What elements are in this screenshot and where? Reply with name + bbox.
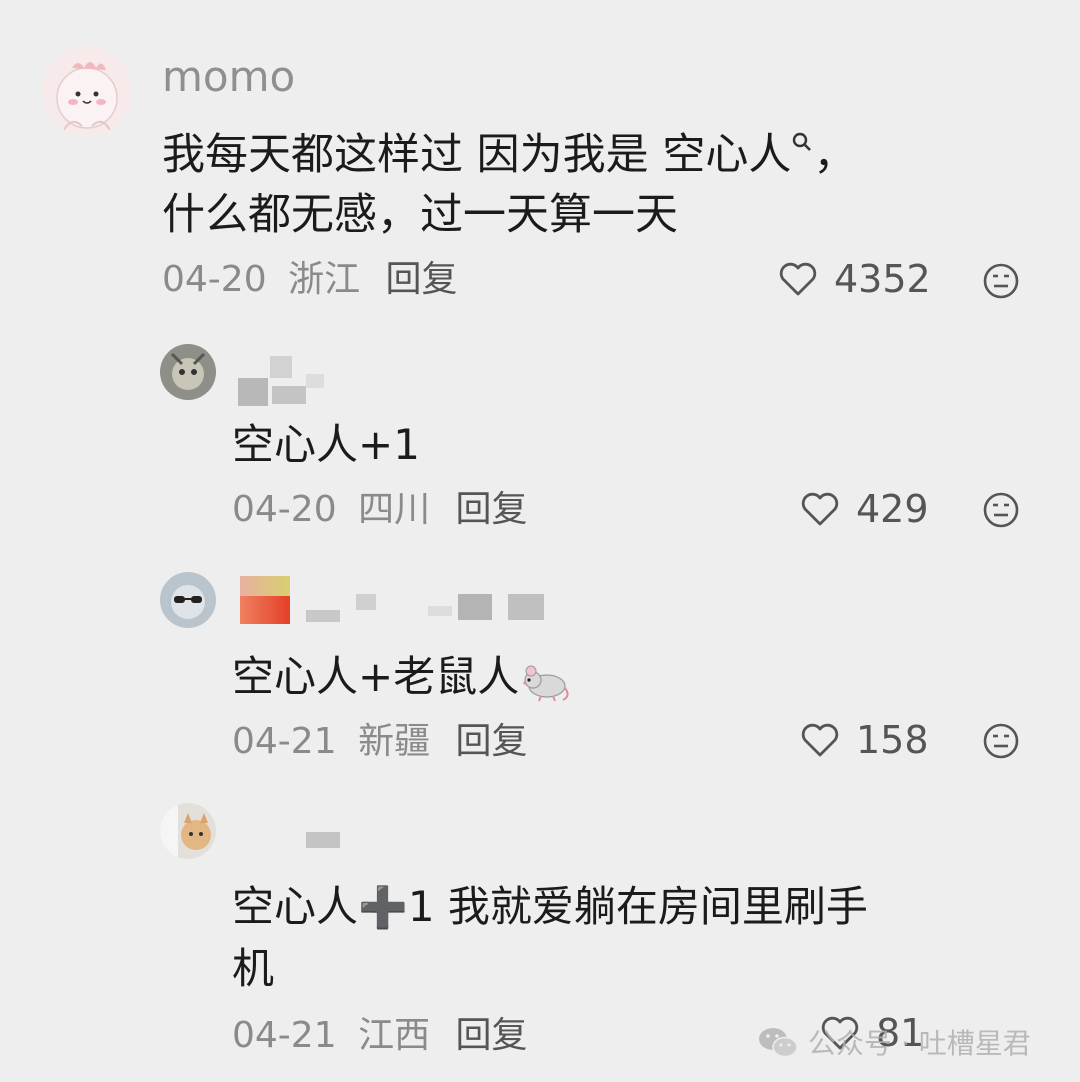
comment-text: 我每天都这样过 因为我是 空心人 ， bbox=[162, 127, 856, 183]
comment-text-part: 我每天都这样过 因为我是 bbox=[162, 130, 649, 180]
comment-meta: 04-21 新疆 回复 bbox=[232, 724, 528, 760]
heart-outline-icon bbox=[779, 262, 817, 296]
reply-button[interactable]: 回复 bbox=[456, 721, 528, 762]
comment-meta: 04-21 江西 回复 bbox=[232, 1018, 528, 1054]
heart-outline-icon bbox=[801, 723, 839, 757]
like-button[interactable]: 429 bbox=[800, 490, 929, 528]
like-count: 158 bbox=[856, 718, 929, 762]
comment-meta: 04-20 浙江 回复 bbox=[162, 262, 458, 298]
avatar-momo[interactable] bbox=[42, 46, 132, 136]
plus-emoji: ➕ bbox=[358, 885, 408, 931]
comment-text-part: 空心人 bbox=[232, 882, 359, 931]
neutral-face-icon[interactable] bbox=[982, 491, 1020, 529]
avatar-user-2[interactable] bbox=[160, 344, 216, 400]
comment-location: 江西 bbox=[358, 1015, 431, 1056]
comment-date: 04-20 bbox=[162, 259, 267, 300]
comment-date: 04-20 bbox=[232, 489, 337, 530]
neutral-face-icon[interactable] bbox=[982, 722, 1020, 760]
comment-location: 四川 bbox=[358, 489, 431, 530]
watermark: 公众号 · 吐槽星君 bbox=[756, 1022, 1031, 1062]
like-button[interactable]: 158 bbox=[800, 721, 929, 759]
reply-button[interactable]: 回复 bbox=[456, 489, 528, 530]
comment-location: 新疆 bbox=[358, 721, 431, 762]
comment-text: 空心人➕1 我就爱躺在房间里刷手 bbox=[232, 878, 868, 937]
comment-text-part: 1 我就爱躺在房间里刷手 bbox=[407, 882, 868, 931]
like-button[interactable]: 4352 bbox=[778, 260, 931, 298]
comment-location: 浙江 bbox=[288, 259, 361, 300]
wechat-icon bbox=[759, 1028, 798, 1058]
comment-date: 04-21 bbox=[232, 1015, 337, 1056]
mouse-emoji bbox=[523, 665, 569, 701]
comment-meta: 04-20 四川 回复 bbox=[232, 492, 528, 528]
like-count: 4352 bbox=[834, 257, 931, 301]
like-count: 429 bbox=[856, 487, 929, 531]
watermark-text: 公众号 · 吐槽星君 bbox=[808, 1027, 1031, 1060]
comment-text: 空心人+1 bbox=[232, 420, 420, 469]
search-icon[interactable] bbox=[791, 131, 813, 153]
reply-button[interactable]: 回复 bbox=[456, 1015, 528, 1056]
avatar-user-3[interactable] bbox=[160, 572, 216, 628]
comment-text: 空心人+老鼠人 bbox=[232, 648, 571, 706]
comment-text-line2: 机 bbox=[232, 944, 275, 993]
reply-button[interactable]: 回复 bbox=[386, 259, 458, 300]
comment-text-part: 空心人+老鼠人 bbox=[232, 652, 520, 701]
keyword-link[interactable]: 空心人 bbox=[662, 130, 791, 180]
neutral-face-icon[interactable] bbox=[982, 262, 1020, 300]
comment-text-line2: 什么都无感，过一天算一天 bbox=[162, 190, 678, 240]
heart-outline-icon bbox=[801, 492, 839, 526]
comment-text-part: ， bbox=[813, 130, 857, 180]
avatar-user-4[interactable] bbox=[160, 803, 216, 859]
comment-date: 04-21 bbox=[232, 721, 337, 762]
comment-username[interactable]: momo bbox=[162, 56, 295, 98]
